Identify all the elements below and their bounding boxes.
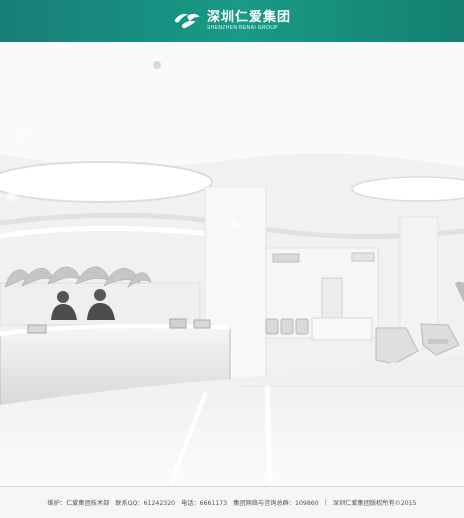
footer-consult-group: 集团网络与咨询总群：109860 [233, 500, 319, 507]
page: 深圳仁爱集团 SHENZHEN RENAI GROUP 维护：仁爱集团技术部 联… [0, 0, 464, 518]
footer-copyright: 深圳仁爱集团版权所有©2015 [332, 500, 417, 507]
hospital-lobby-photo [0, 42, 464, 486]
brand-name-english: SHENZHEN RENAI GROUP [206, 25, 278, 31]
brand-logo[interactable]: 深圳仁爱集团 SHENZHEN RENAI GROUP [173, 11, 291, 31]
lobby-illustration [0, 42, 464, 486]
brand-text: 深圳仁爱集团 SHENZHEN RENAI GROUP [207, 11, 291, 31]
waiting-chairs [265, 318, 309, 335]
footer-qq: 联系QQ：61242320 [115, 500, 176, 507]
site-footer: 维护：仁爱集团技术部 联系QQ：61242320 电话：6661173 集团网络… [0, 486, 464, 518]
footer-maintainer: 维护：仁爱集团技术部 [47, 500, 110, 507]
ceiling-ring [351, 176, 464, 202]
ceiling-ring [0, 161, 213, 203]
footer-phone: 电话：6661173 [181, 500, 228, 507]
renai-logo-icon [174, 13, 200, 29]
brand-name-chinese: 深圳仁爱集团 [206, 10, 291, 25]
footer-separator: | [324, 499, 327, 506]
top-banner: 深圳仁爱集团 SHENZHEN RENAI GROUP [0, 0, 464, 42]
side-desk [311, 317, 373, 341]
